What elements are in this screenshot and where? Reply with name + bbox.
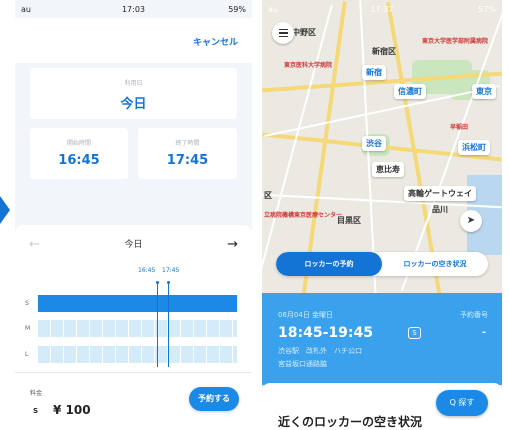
fee-value: ¥ 100 — [53, 403, 91, 417]
clock: 17:03 — [121, 4, 146, 14]
map-label: 区 — [264, 191, 272, 200]
poi-label: 東京医科大学病院 — [284, 62, 333, 69]
row-label-l: L — [25, 351, 29, 358]
reservation-date: 06月04日 金曜日 — [278, 311, 334, 319]
reservation-card[interactable]: 06月04日 金曜日 予約番号 18:45-19:45 S - 渋谷駅 改札外 … — [262, 293, 502, 385]
size-l-row[interactable] — [38, 346, 237, 363]
size-s-row[interactable] — [38, 295, 237, 312]
fee-label: 料金 — [30, 390, 43, 397]
search-button[interactable]: Q 探す — [436, 390, 488, 416]
previous-day-button[interactable]: ← — [29, 235, 40, 255]
station-marker-shinjuku[interactable]: 新宿 — [362, 65, 386, 80]
clock: 17:37 — [370, 4, 394, 14]
station-marker-shinanomachi[interactable]: 信濃町 — [394, 84, 426, 99]
reserve-button[interactable]: 予約する — [189, 387, 239, 411]
start-time-value: 16:45 — [58, 153, 100, 168]
reservation-number: - — [481, 327, 486, 338]
header-bar: キャンセル — [15, 18, 252, 63]
station-marker-takanawa-gateway[interactable]: 高輪ゲートウェイ — [404, 186, 476, 201]
row-label-s: S — [25, 300, 29, 307]
nearby-title: 近くのロッカーの空き状況 — [278, 415, 423, 429]
transition-arrow-icon — [0, 196, 10, 224]
availability-timeline[interactable]: 16:45 17:45 S M L — [15, 267, 252, 367]
start-marker-line — [157, 283, 158, 367]
size-m-row[interactable] — [38, 320, 237, 337]
current-location-icon[interactable]: ➤ — [460, 210, 482, 232]
date-value: 今日 — [120, 97, 147, 112]
day-label: 今日 — [124, 240, 143, 250]
station-marker-shibuya[interactable]: 渋谷 — [362, 136, 386, 151]
locker-address: 宮益坂口通路脇 — [278, 360, 327, 368]
date-picker[interactable]: 利用日 今日 — [30, 68, 237, 119]
fee-size: S — [33, 407, 39, 415]
map-label: 品川 — [432, 205, 448, 214]
station-marker-tokyo[interactable]: 東京 — [472, 84, 496, 99]
locker-location: 渋谷駅 改札外 ハチ公口 — [278, 347, 362, 355]
status-bar: au 17:37 57% — [262, 0, 502, 18]
start-time-picker[interactable]: 開始時間 16:45 — [30, 128, 128, 179]
locker-map-screen: 中野区 新宿区 港区 目黒区 品川 区 東京医科大学病院 東京大学医学部附属病院… — [262, 0, 502, 430]
end-time-label: 終了時間 — [175, 140, 200, 147]
cancel-button[interactable]: キャンセル — [193, 35, 238, 48]
date-label: 利用日 — [124, 80, 143, 87]
status-bar: au 17:03 59% — [15, 0, 252, 18]
reservation-time: 18:45-19:45 — [278, 325, 373, 341]
end-tick-label: 17:45 — [162, 267, 180, 274]
end-marker-line — [168, 283, 169, 367]
price-footer: 料金 S ¥ 100 予約する — [15, 372, 252, 430]
row-label-m: M — [25, 325, 31, 332]
reservation-number-label: 予約番号 — [460, 311, 488, 319]
day-navigator: ← 今日 → — [15, 235, 252, 255]
station-marker-hamamatsucho[interactable]: 浜松町 — [458, 140, 490, 155]
tab-locker-reservation[interactable]: ロッカーの予約 — [276, 252, 382, 276]
locker-size-badge: S — [408, 327, 421, 339]
mode-tabs: ロッカーの予約 ロッカーの空き状況 — [276, 252, 488, 276]
start-time-label: 開始時間 — [66, 140, 91, 147]
menu-icon[interactable] — [272, 22, 294, 44]
next-day-button[interactable]: → — [227, 235, 238, 255]
end-time-picker[interactable]: 終了時間 17:45 — [138, 128, 237, 179]
end-time-value: 17:45 — [166, 153, 209, 168]
map-label: 新宿区 — [372, 47, 396, 56]
poi-label: 立病院機構東京医療センター — [264, 212, 343, 219]
poi-label: 早稲田 — [450, 124, 469, 131]
station-marker-ebisu[interactable]: 恵比寿 — [372, 162, 404, 177]
map-label: 中野区 — [292, 28, 316, 37]
start-tick-label: 16:45 — [138, 267, 156, 274]
poi-label: 東京大学医学部附属病院 — [422, 38, 489, 45]
reservation-settings-screen: au 17:03 59% キャンセル 利用日 今日 開始時間 16:45 終了時… — [15, 0, 252, 430]
tab-locker-availability[interactable]: ロッカーの空き状況 — [382, 252, 488, 276]
